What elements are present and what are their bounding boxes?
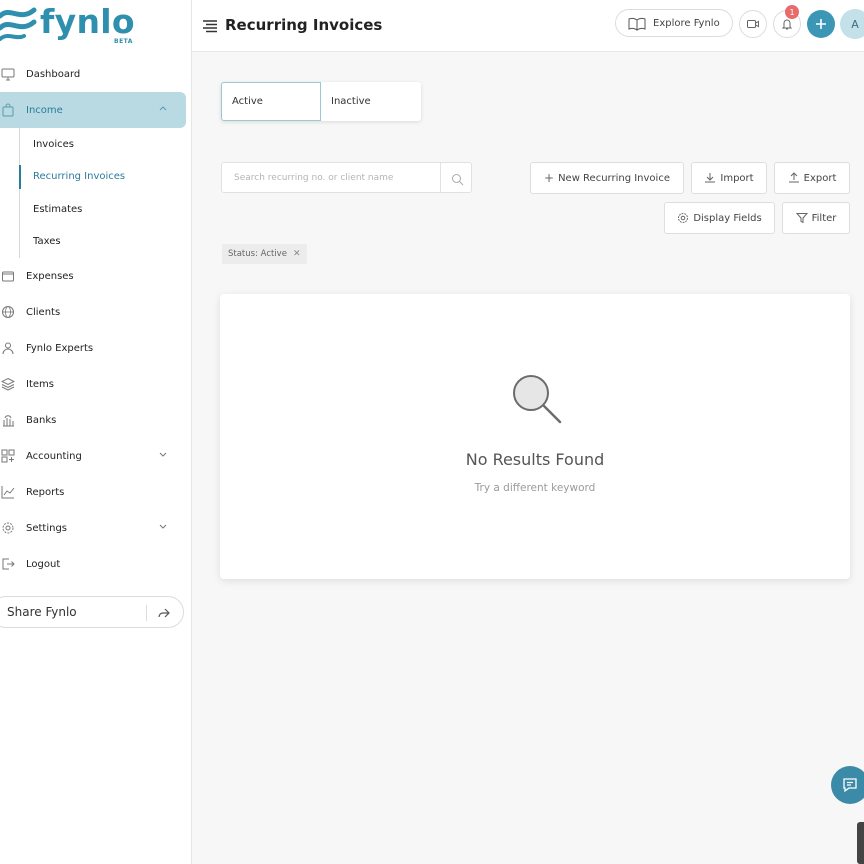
wave-logo-icon [0,7,37,41]
sidebar-item-label: Settings [26,522,68,534]
export-button[interactable]: Export [774,162,850,194]
results-panel: No Results Found Try a different keyword [220,294,850,579]
sidebar-item-label: Reports [26,486,65,498]
tab-active[interactable]: Active [221,82,321,121]
bank-icon [0,412,16,428]
bag-icon [0,102,16,118]
sidebar-item-label: Accounting [26,450,82,462]
export-label: Export [803,172,837,184]
sidebar-item-label: Income [26,104,63,116]
monitor-icon [0,66,16,82]
search-box [221,162,472,193]
chat-support-button[interactable] [831,766,864,804]
sidebar-item-clients[interactable]: Clients [0,294,192,330]
status-filter-chip: Status: Active ✕ [222,244,307,264]
magnifier-icon [513,375,562,424]
notification-badge: 1 [785,5,799,19]
sidebar-item-expenses[interactable]: Expenses [0,258,192,294]
book-icon [628,16,646,35]
submenu-item-taxes[interactable]: Taxes [20,226,192,259]
share-fynlo-button[interactable]: Share Fynlo [0,596,184,628]
submenu-item-invoices[interactable]: Invoices [20,128,192,161]
sidebar-item-banks[interactable]: Banks [0,402,192,438]
submenu-item-estimates[interactable]: Estimates [20,193,192,226]
sidebar-item-accounting[interactable]: Accounting [0,438,192,474]
video-icon [747,20,759,28]
sidebar-item-items[interactable]: Items [0,366,192,402]
submenu-item-recurring-invoices[interactable]: Recurring Invoices [19,161,192,194]
chat-icon [843,778,857,793]
gear-icon [0,520,16,536]
plus-icon [816,19,826,29]
chevron-down-icon [158,450,168,463]
search-divider [440,163,441,192]
download-icon [705,173,716,183]
page-title: Recurring Invoices [225,16,383,34]
sidebar-item-label: Logout [26,558,61,570]
empty-state-subtitle: Try a different keyword [474,482,596,494]
sidebar: fynlo BETA Dashboard Income Invoices Rec… [0,0,192,864]
income-submenu: Invoices Recurring Invoices Estimates Ta… [19,128,192,258]
share-arrow-icon [157,605,171,624]
search-icon[interactable] [451,171,464,190]
share-divider [146,605,147,621]
brand-logo[interactable]: fynlo BETA [0,2,180,46]
filter-chip-label: Status: Active [228,249,287,259]
globe-icon [0,304,16,320]
menu-toggle-icon[interactable] [202,18,218,37]
status-tabs: Active Inactive [221,82,421,121]
explore-fynlo-button[interactable]: Explore Fynlo [615,9,733,37]
sidebar-item-label: Expenses [26,270,74,282]
tab-inactive[interactable]: Inactive [321,82,421,121]
sidebar-item-settings[interactable]: Settings [0,510,192,546]
sidebar-item-dashboard[interactable]: Dashboard [0,56,192,92]
beta-tag: BETA [114,38,133,45]
sidebar-item-reports[interactable]: Reports [0,474,192,510]
video-button[interactable] [739,10,767,38]
import-label: Import [720,172,754,184]
chart-icon [0,484,16,500]
wallet-icon [0,268,16,284]
filter-icon [795,213,808,224]
sidebar-item-label: Banks [26,414,57,426]
brand-name: fynlo [40,2,135,41]
sidebar-item-label: Clients [26,306,61,318]
chevron-down-icon [158,522,168,535]
layers-icon [0,376,16,392]
sidebar-item-label: Fynlo Experts [26,342,94,354]
sidebar-item-fynlo-experts[interactable]: Fynlo Experts [0,330,192,366]
filter-button[interactable]: Filter [782,202,850,234]
filter-label: Filter [811,212,837,224]
search-input[interactable] [222,163,440,192]
grid-icon [0,448,16,464]
bell-icon [781,19,793,30]
display-fields-label: Display Fields [693,212,762,224]
side-drawer-handle[interactable] [857,822,864,864]
quick-add-button[interactable] [807,10,835,38]
share-label: Share Fynlo [7,605,77,619]
sidebar-item-income[interactable]: Income [0,92,186,128]
gear-icon [678,213,689,223]
sidebar-item-label: Items [26,378,54,390]
sidebar-item-logout[interactable]: Logout [0,546,192,582]
empty-state-title: No Results Found [465,450,605,469]
display-fields-button[interactable]: Display Fields [664,202,775,234]
plus-icon: + [544,171,555,185]
upload-icon [788,172,799,183]
logout-icon [0,556,16,572]
top-bar: Recurring Invoices Explore Fynlo 1 A [192,0,864,52]
close-icon[interactable]: ✕ [293,249,301,259]
avatar[interactable]: A [840,9,864,39]
sidebar-item-label: Dashboard [26,68,81,80]
new-recurring-invoice-label: New Recurring Invoice [558,172,670,184]
import-button[interactable]: Import [691,162,767,194]
chevron-up-icon [158,104,168,117]
new-recurring-invoice-button[interactable]: + New Recurring Invoice [530,162,684,194]
sidebar-nav: Dashboard Income Invoices Recurring Invo… [0,56,192,582]
explore-label: Explore Fynlo [653,17,720,29]
person-icon [0,340,16,356]
